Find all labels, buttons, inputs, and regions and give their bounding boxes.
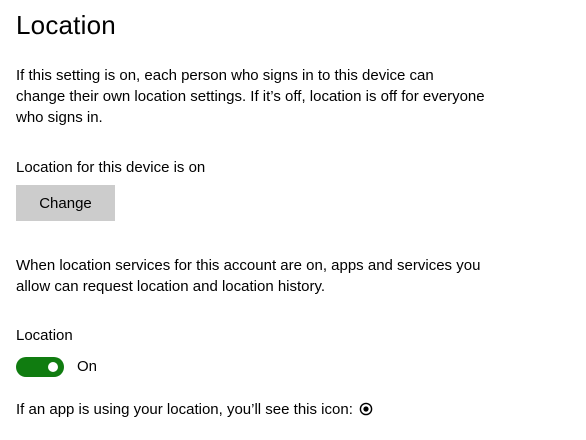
toggle-knob bbox=[48, 362, 58, 372]
location-toggle[interactable] bbox=[16, 357, 64, 377]
device-location-description: If this setting is on, each person who s… bbox=[16, 67, 485, 126]
location-icon-note-text: If an app is using your location, you’ll… bbox=[16, 401, 353, 418]
change-button[interactable]: Change bbox=[16, 185, 115, 221]
account-location-description: When location services for this account … bbox=[16, 257, 481, 295]
location-toggle-label: Location bbox=[16, 327, 73, 344]
page-title: Location bbox=[16, 10, 116, 40]
location-settings-page: Location If this setting is on, each per… bbox=[0, 0, 586, 440]
device-location-status: Location for this device is on bbox=[16, 159, 206, 176]
location-toggle-state: On bbox=[77, 358, 98, 375]
location-icon-note: If an app is using your location, you’ll… bbox=[16, 399, 373, 420]
location-toggle-row: On bbox=[16, 356, 97, 378]
location-in-use-icon bbox=[359, 402, 373, 416]
